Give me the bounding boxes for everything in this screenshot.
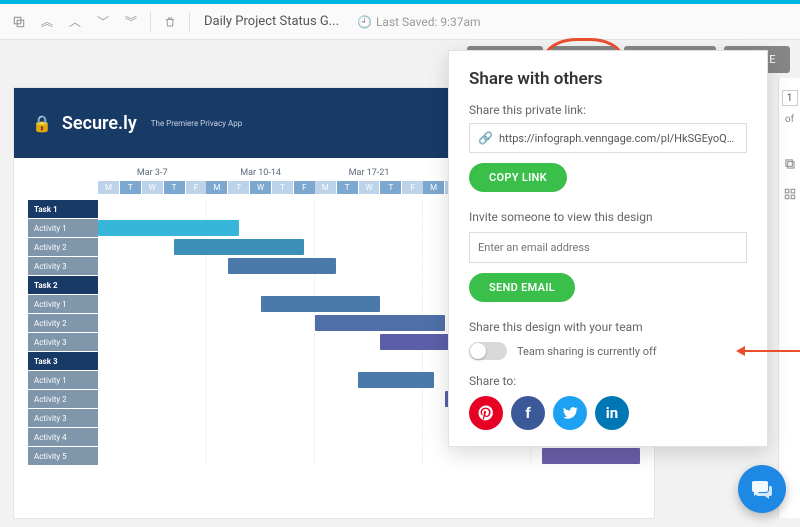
collapse-down-icon[interactable]: ︾ xyxy=(120,11,142,33)
day-cell: M xyxy=(206,181,227,194)
day-cell: T xyxy=(164,181,185,194)
share-url-box[interactable]: 🔗 https://infograph.venngage.com/pl/HkSG… xyxy=(469,123,747,153)
annotation-arrow xyxy=(739,350,800,352)
last-saved-text: Last Saved: 9:37am xyxy=(376,15,481,29)
editor-toolbar: ︽ ︿ ﹀ ︾ Daily Project Status G... 🕘 Last… xyxy=(0,4,800,40)
day-cell: W xyxy=(142,181,163,194)
gantt-bar[interactable] xyxy=(174,239,304,255)
day-cell: W xyxy=(359,181,380,194)
week-label: Mar 3-7 xyxy=(98,168,206,181)
linkedin-icon[interactable]: in xyxy=(595,396,629,430)
day-cell: T xyxy=(272,181,293,194)
day-cell: M xyxy=(315,181,336,194)
copy-link-button[interactable]: COPY LINK xyxy=(469,163,567,192)
team-toggle-row: Team sharing is currently off xyxy=(469,342,747,360)
share-url: https://infograph.venngage.com/pl/HkSGEy… xyxy=(499,132,738,145)
row-label: Activity 2 xyxy=(28,390,98,408)
day-cell: T xyxy=(380,181,401,194)
day-cell: M xyxy=(98,181,119,194)
day-cell: F xyxy=(294,181,315,194)
share-panel: Share with others Share this private lin… xyxy=(448,50,768,447)
chevron-down-icon[interactable]: ﹀ xyxy=(92,11,114,33)
row-label: Activity 3 xyxy=(28,333,98,351)
page-number[interactable]: 1 xyxy=(782,90,798,106)
gantt-bar[interactable] xyxy=(261,296,380,312)
last-saved: 🕘 Last Saved: 9:37am xyxy=(357,15,481,29)
twitter-icon[interactable] xyxy=(553,396,587,430)
row-label: Task 3 xyxy=(28,352,98,370)
day-cell: F xyxy=(402,181,423,194)
week-label: Mar 10-14 xyxy=(206,168,314,181)
email-field[interactable] xyxy=(469,232,747,263)
gantt-bar[interactable] xyxy=(228,258,336,274)
social-row: f in xyxy=(469,396,747,430)
brand-name: Secure.ly xyxy=(62,113,137,134)
document-title[interactable]: Daily Project Status G... xyxy=(204,14,339,29)
page-of-label: of xyxy=(785,114,794,125)
row-label: Activity 3 xyxy=(28,409,98,427)
day-cell: W xyxy=(250,181,271,194)
team-toggle-text: Team sharing is currently off xyxy=(517,345,657,358)
week-label: Mar 17-21 xyxy=(315,168,423,181)
row-label: Activity 1 xyxy=(28,295,98,313)
row-label: Activity 1 xyxy=(28,219,98,237)
team-sharing-toggle[interactable] xyxy=(469,342,507,360)
collapse-up-icon[interactable]: ︽ xyxy=(36,11,58,33)
row-label: Activity 5 xyxy=(28,447,98,465)
day-cell: T xyxy=(337,181,358,194)
row-label: Task 1 xyxy=(28,200,98,218)
link-icon: 🔗 xyxy=(478,131,493,145)
row-label: Activity 2 xyxy=(28,314,98,332)
row-track xyxy=(98,447,640,465)
duplicate-page-icon[interactable] xyxy=(779,153,800,175)
chat-fab[interactable] xyxy=(738,465,786,513)
separator xyxy=(150,12,151,32)
day-cell: F xyxy=(186,181,207,194)
row-label: Activity 4 xyxy=(28,428,98,446)
brand-tagline: The Premiere Privacy App xyxy=(151,119,242,128)
grid-icon[interactable] xyxy=(779,183,800,205)
row-label: Task 2 xyxy=(28,276,98,294)
share-to-label: Share to: xyxy=(469,374,747,388)
team-share-label: Share this design with your team xyxy=(469,320,747,334)
day-cell: T xyxy=(228,181,249,194)
lock-icon: 🔒 xyxy=(32,114,52,133)
day-cell: T xyxy=(120,181,141,194)
row-label: Activity 1 xyxy=(28,371,98,389)
facebook-icon[interactable]: f xyxy=(511,396,545,430)
pinterest-icon[interactable] xyxy=(469,396,503,430)
gantt-activity-row: Activity 5 xyxy=(28,447,640,465)
row-label: Activity 3 xyxy=(28,257,98,275)
trash-icon[interactable] xyxy=(159,11,181,33)
gantt-bar[interactable] xyxy=(98,220,239,236)
gantt-bar[interactable] xyxy=(542,448,640,464)
separator xyxy=(189,12,190,32)
copy-icon[interactable] xyxy=(8,11,30,33)
private-link-label: Share this private link: xyxy=(469,103,747,117)
send-email-button[interactable]: SEND EMAIL xyxy=(469,273,575,302)
day-cell: M xyxy=(423,181,444,194)
invite-label: Invite someone to view this design xyxy=(469,210,747,224)
gantt-bar[interactable] xyxy=(358,372,434,388)
gantt-bar[interactable] xyxy=(315,315,445,331)
page-rail: 1 of xyxy=(778,78,800,518)
clock-icon: 🕘 xyxy=(357,15,372,29)
chevron-up-icon[interactable]: ︿ xyxy=(64,11,86,33)
row-label: Activity 2 xyxy=(28,238,98,256)
share-panel-title: Share with others xyxy=(469,69,747,89)
